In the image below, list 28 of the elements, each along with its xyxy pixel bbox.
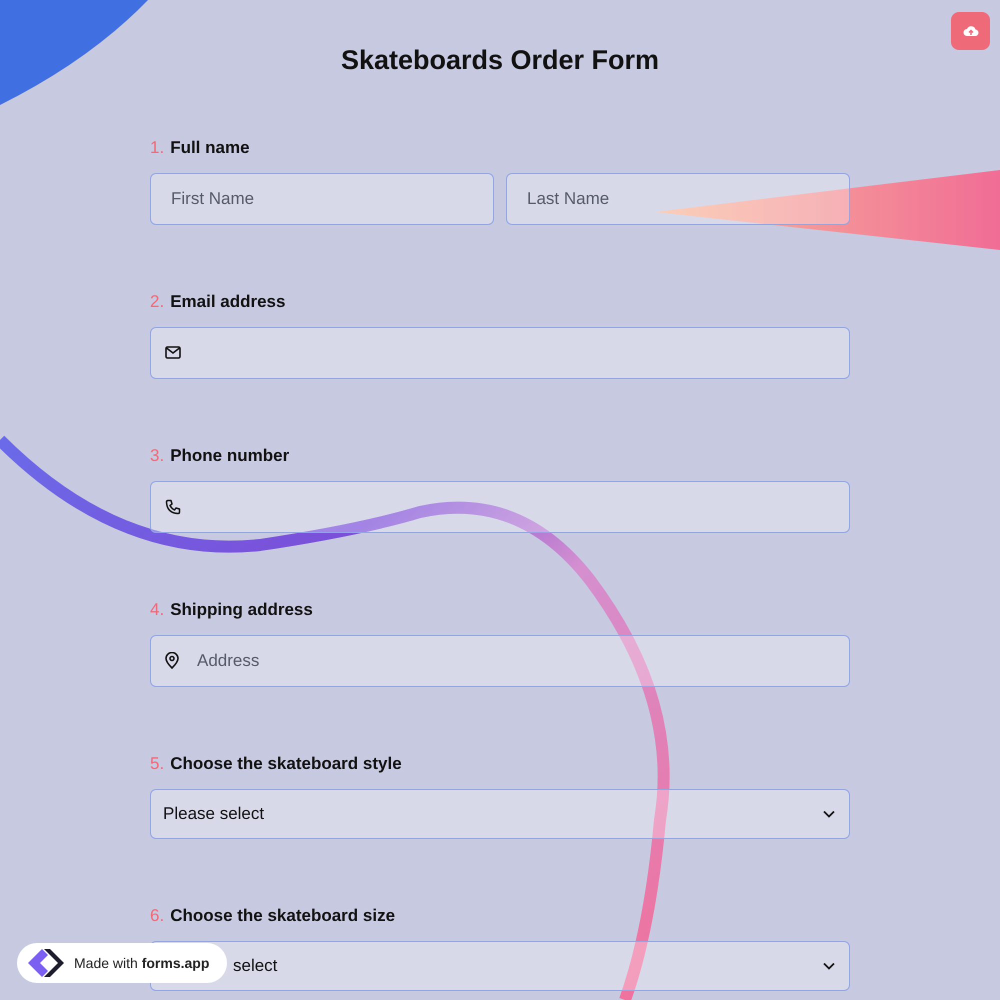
question-label: Choose the skateboard style: [170, 752, 402, 775]
question-number: 1.: [150, 136, 164, 159]
upload-button[interactable]: [951, 12, 990, 50]
logo-icon: [26, 946, 66, 980]
question-label: Choose the skateboard size: [170, 904, 396, 927]
question-label: Full name: [170, 136, 250, 159]
address-field[interactable]: Address: [150, 634, 850, 686]
name-field[interactable]: First Name: [150, 172, 494, 224]
mail-icon: [165, 346, 181, 359]
made-with-badge[interactable]: Made with forms.app: [17, 943, 227, 983]
select-dropdown[interactable]: Please select: [150, 788, 850, 838]
question-number: 3.: [150, 444, 164, 467]
question-number: 6.: [150, 904, 164, 927]
form-title: Skateboards Order Form: [340, 44, 660, 77]
location-pin-icon: [165, 652, 179, 669]
email-field[interactable]: [150, 326, 850, 378]
question-label: Shipping address: [170, 598, 313, 621]
question-label: Phone number: [170, 444, 290, 467]
cloud-upload-icon: [962, 25, 978, 37]
phone-field[interactable]: [150, 480, 850, 532]
question-label: Email address: [170, 290, 286, 313]
question-number: 4.: [150, 598, 164, 621]
chevron-down-icon: [823, 810, 835, 818]
name-field[interactable]: Last Name: [506, 172, 850, 224]
question-number: 5.: [150, 752, 164, 775]
phone-icon: [165, 498, 181, 514]
chevron-down-icon: [823, 962, 835, 970]
question-number: 2.: [150, 290, 164, 313]
